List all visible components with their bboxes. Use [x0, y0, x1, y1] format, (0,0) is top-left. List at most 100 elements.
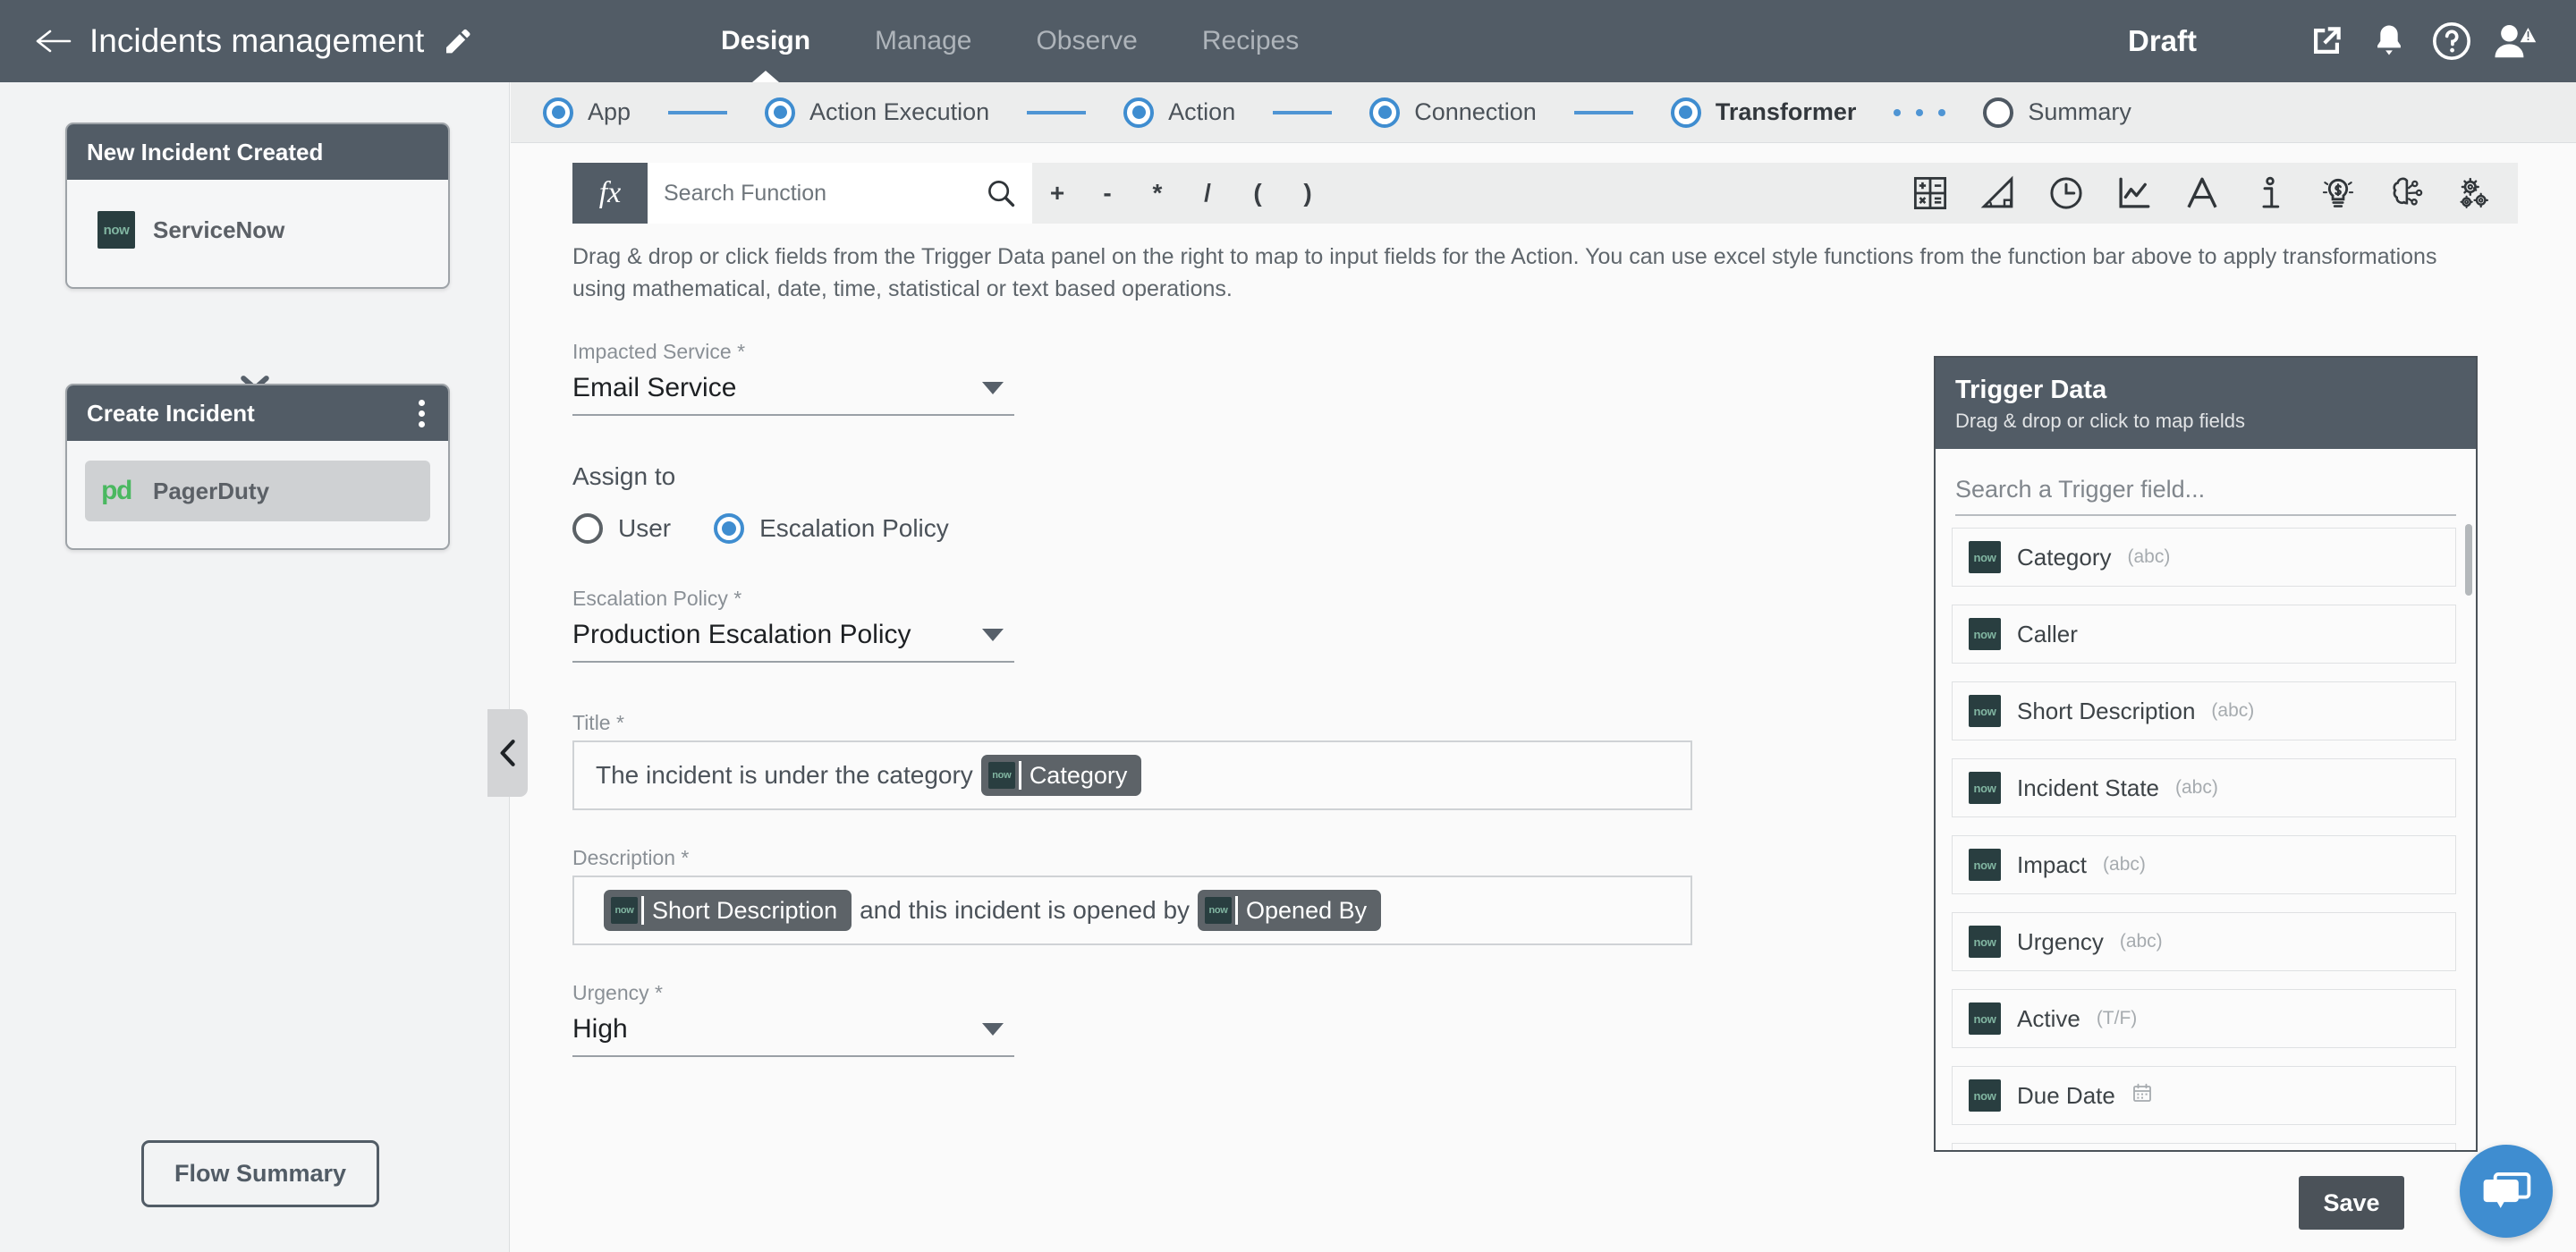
trigger-field-name: Short Description	[2017, 697, 2196, 724]
title-input[interactable]: The incident is under the category now C…	[572, 740, 1692, 810]
step-action-radio	[1123, 97, 1155, 128]
trigger-field-type: (abc)	[2127, 546, 2171, 567]
tab-manage[interactable]: Manage	[843, 0, 1004, 82]
radio-escalation-policy-label: Escalation Policy	[759, 514, 949, 542]
trigger-list-scrollbar[interactable]	[2465, 524, 2472, 596]
step-app-radio	[543, 97, 573, 128]
step-connection-label: Connection	[1414, 98, 1537, 125]
step-action[interactable]: Action	[1123, 97, 1235, 128]
impacted-service-label: Impacted Service *	[572, 340, 746, 363]
trigger-field-caller[interactable]: now Caller	[1952, 605, 2456, 664]
operator-divide-button[interactable]: /	[1182, 163, 1233, 224]
finance-bulb-icon[interactable]	[2318, 173, 2359, 214]
token-chip-category[interactable]: now Category	[980, 755, 1142, 796]
external-link-icon[interactable]	[2295, 10, 2358, 72]
operator-close-paren-button[interactable]: )	[1283, 163, 1333, 224]
chip-divider	[641, 896, 644, 925]
flow-summary-button[interactable]: Flow Summary	[141, 1140, 380, 1207]
flow-node-app-servicenow[interactable]: now ServiceNow	[85, 199, 430, 260]
clock-icon[interactable]	[2046, 173, 2087, 214]
pencil-icon[interactable]	[442, 26, 472, 56]
token-chip-short-description[interactable]: now Short Description	[604, 890, 852, 931]
description-input[interactable]: now Short Description and this incident …	[572, 876, 1692, 945]
urgency-select[interactable]: High	[572, 1011, 1014, 1057]
chevron-down-icon	[982, 382, 1004, 394]
status-badge: Draft	[2127, 24, 2197, 57]
flow-node-action-menu-icon[interactable]	[415, 396, 428, 431]
function-search-placeholder: Search Function	[664, 180, 827, 206]
operator-open-paren-button[interactable]: (	[1233, 163, 1283, 224]
operator-multiply-button[interactable]: *	[1132, 163, 1182, 224]
operator-minus-button[interactable]: -	[1082, 163, 1132, 224]
radio-option-escalation-policy[interactable]: Escalation Policy	[714, 513, 949, 544]
impacted-service-select[interactable]: Email Service	[572, 369, 1014, 416]
info-icon[interactable]	[2250, 173, 2291, 214]
trigger-field-name: Impact	[2017, 850, 2088, 878]
text-a-icon[interactable]	[2182, 173, 2223, 214]
main-nav-tabs: Design Manage Observe Recipes	[689, 0, 1331, 82]
step-action-execution-label: Action Execution	[809, 98, 990, 125]
back-arrow-icon[interactable]	[34, 21, 73, 61]
flow-node-trigger-header: New Incident Created	[67, 124, 448, 180]
sidebar-collapse-handle[interactable]	[487, 709, 528, 797]
trigger-field-type: (abc)	[2103, 854, 2146, 875]
operator-plus-button[interactable]: +	[1032, 163, 1082, 224]
flow-node-trigger[interactable]: New Incident Created now ServiceNow	[65, 123, 450, 289]
radio-option-user[interactable]: User	[572, 513, 671, 544]
step-connector	[1573, 110, 1633, 114]
servicenow-logo-icon: now	[1969, 1002, 2001, 1035]
flow-node-app-name: PagerDuty	[153, 477, 270, 504]
servicenow-logo-icon: now	[1969, 541, 2001, 573]
trigger-field-type: (T/F)	[2096, 1008, 2138, 1028]
step-connection[interactable]: Connection	[1369, 97, 1537, 128]
tab-manage-label: Manage	[875, 26, 972, 55]
bell-icon[interactable]	[2358, 10, 2420, 72]
flow-sidebar: New Incident Created now ServiceNow Crea…	[0, 82, 510, 1252]
trigger-field-partial[interactable]	[1952, 1143, 2456, 1150]
servicenow-logo-icon: now	[1969, 772, 2001, 804]
radio-escalation-policy-dot	[714, 513, 745, 544]
step-transformer-radio	[1670, 97, 1701, 128]
flow-node-app-name: ServiceNow	[153, 216, 285, 243]
flow-node-action-title: Create Incident	[87, 399, 255, 427]
trigger-field-incident-state[interactable]: now Incident State (abc)	[1952, 758, 2456, 817]
servicenow-logo-icon: now	[1969, 926, 2001, 958]
save-button[interactable]: Save	[2299, 1176, 2404, 1230]
step-app[interactable]: App	[543, 97, 631, 128]
step-transformer-label: Transformer	[1715, 98, 1857, 125]
field-impacted-service: Impacted Service * Email Service	[572, 340, 1735, 416]
fx-button[interactable]: fx	[572, 163, 648, 224]
calculator-icon[interactable]	[1910, 173, 1951, 214]
trigger-field-impact[interactable]: now Impact (abc)	[1952, 835, 2456, 894]
flow-node-app-pagerduty[interactable]: pd PagerDuty	[85, 461, 430, 521]
trigger-field-urgency[interactable]: now Urgency (abc)	[1952, 912, 2456, 971]
step-summary[interactable]: Summary	[1983, 97, 2131, 128]
trigger-field-active[interactable]: now Active (T/F)	[1952, 989, 2456, 1048]
trigger-field-category[interactable]: now Category (abc)	[1952, 528, 2456, 587]
user-avatar-warning-icon[interactable]	[2483, 10, 2546, 72]
trigger-field-short-description[interactable]: now Short Description (abc)	[1952, 681, 2456, 740]
tab-recipes[interactable]: Recipes	[1170, 0, 1331, 82]
function-search-input[interactable]: Search Function	[648, 163, 1032, 224]
title-label: Title *	[572, 711, 624, 734]
chip-divider	[1235, 896, 1239, 925]
step-action-execution[interactable]: Action Execution	[765, 97, 989, 128]
flow-node-action-header: Create Incident	[67, 385, 448, 441]
line-chart-icon[interactable]	[2114, 173, 2155, 214]
escalation-policy-select[interactable]: Production Escalation Policy	[572, 616, 1014, 663]
tab-design[interactable]: Design	[689, 0, 843, 82]
chat-bubble-icon[interactable]	[2460, 1145, 2553, 1238]
trigonometry-icon[interactable]	[1978, 173, 2019, 214]
trigger-field-type: (abc)	[2119, 931, 2163, 952]
trigger-field-due-date[interactable]: now Due Date	[1952, 1066, 2456, 1125]
servicenow-logo-icon: now	[1969, 618, 2001, 650]
brain-ai-icon[interactable]	[2385, 173, 2427, 214]
step-transformer[interactable]: Transformer	[1670, 97, 1857, 128]
help-circle-icon[interactable]	[2420, 10, 2483, 72]
flow-node-action[interactable]: Create Incident pd PagerDuty	[65, 384, 450, 550]
gears-icon[interactable]	[2453, 173, 2495, 214]
escalation-policy-value: Production Escalation Policy	[572, 620, 911, 649]
tab-observe[interactable]: Observe	[1004, 0, 1169, 82]
token-chip-opened-by[interactable]: now Opened By	[1198, 890, 1382, 931]
trigger-field-search-placeholder: Search a Trigger field...	[1955, 476, 2206, 503]
